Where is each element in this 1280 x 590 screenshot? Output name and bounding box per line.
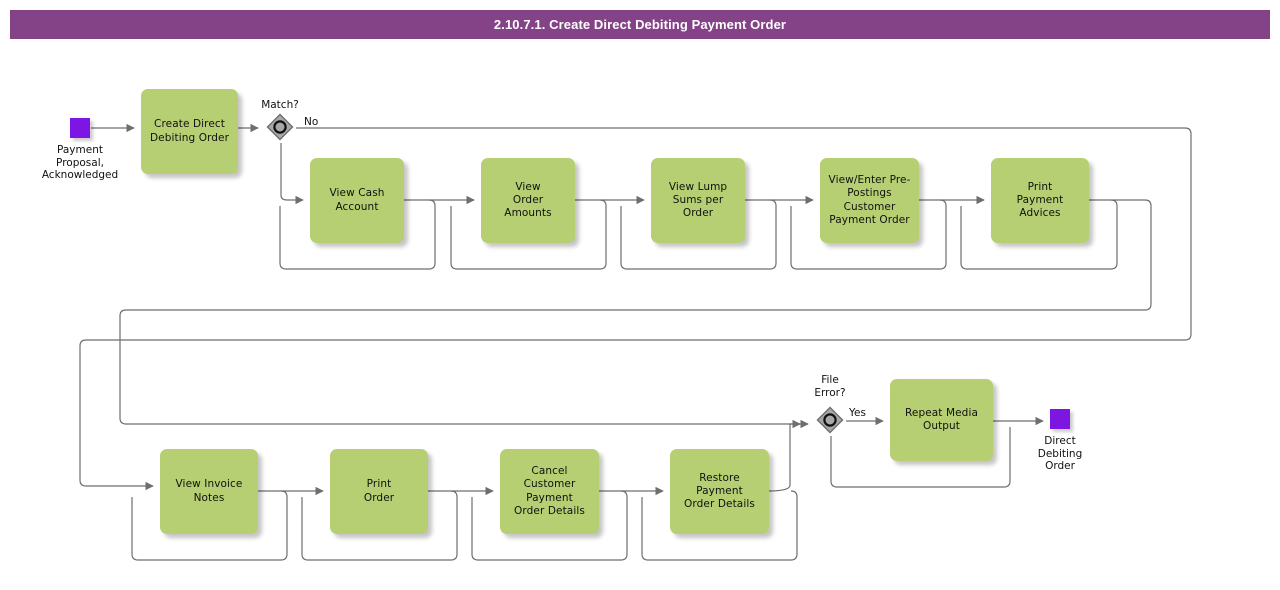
task-label: View Invoice Notes <box>175 478 243 504</box>
task-repeat-media-output[interactable]: Repeat Media Output <box>890 379 993 461</box>
file-error-gateway[interactable] <box>815 405 845 435</box>
flow-label-no: No <box>304 116 319 128</box>
end-event-label: Direct Debiting Order <box>1037 435 1083 472</box>
task-view-cash-account[interactable]: View Cash Account <box>310 158 404 243</box>
file-error-gateway-label: File Error? <box>814 374 846 399</box>
task-label: View/Enter Pre- Postings Customer Paymen… <box>828 174 911 226</box>
flow-restore-to-file-error <box>768 419 809 492</box>
start-event-payment-proposal-acknowledged[interactable] <box>70 118 90 138</box>
task-label: View Cash Account <box>329 187 385 213</box>
flow-label-yes: Yes <box>849 407 866 419</box>
task-label: Repeat Media Output <box>904 406 979 432</box>
task-view-enter-pre-postings-customer-payment-order[interactable]: View/Enter Pre- Postings Customer Paymen… <box>820 158 919 243</box>
task-label: View Order Amounts <box>504 180 552 220</box>
task-restore-payment-order-details[interactable]: Restore Payment Order Details <box>670 449 769 534</box>
task-print-payment-advices[interactable]: Print Payment Advices <box>991 158 1089 243</box>
task-view-order-amounts[interactable]: View Order Amounts <box>481 158 575 243</box>
task-create-direct-debiting-order[interactable]: Create Direct Debiting Order <box>141 89 238 174</box>
end-event-direct-debiting-order[interactable] <box>1050 409 1070 429</box>
task-label: Restore Payment Order Details <box>684 471 755 511</box>
task-label: Create Direct Debiting Order <box>149 118 230 144</box>
task-view-invoice-notes[interactable]: View Invoice Notes <box>160 449 258 534</box>
task-view-lump-sums-per-order[interactable]: View Lump Sums per Order <box>651 158 745 243</box>
match-gateway[interactable] <box>265 112 295 142</box>
task-label: Cancel Customer Payment Order Details <box>514 465 585 517</box>
task-print-order[interactable]: Print Order <box>330 449 428 534</box>
task-label: View Lump Sums per Order <box>668 180 728 220</box>
task-label: Print Order <box>363 478 395 504</box>
page-title: 2.10.7.1. Create Direct Debiting Payment… <box>493 17 787 32</box>
task-label: Print Payment Advices <box>1016 180 1064 220</box>
task-cancel-customer-payment-order-details[interactable]: Cancel Customer Payment Order Details <box>500 449 599 534</box>
page-title-bar: 2.10.7.1. Create Direct Debiting Payment… <box>10 10 1270 39</box>
start-event-label: Payment Proposal, Acknowledged <box>41 144 119 181</box>
match-gateway-label: Match? <box>261 99 299 111</box>
flow-match-to-view-cash-account <box>280 143 304 205</box>
